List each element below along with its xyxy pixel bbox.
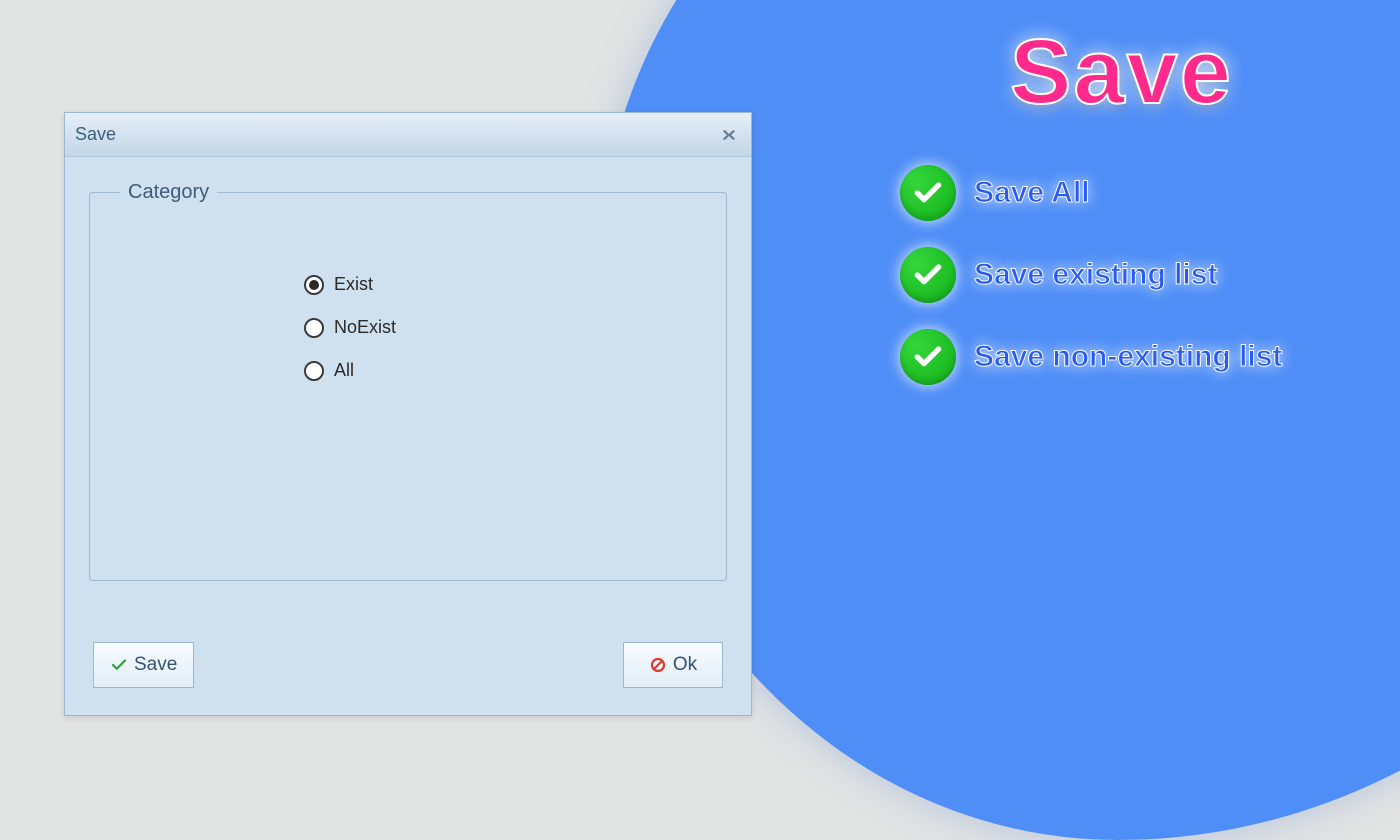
ok-button[interactable]: Ok <box>623 642 723 688</box>
check-icon <box>110 656 128 674</box>
dialog-footer: Save Ok <box>65 615 751 715</box>
radio-icon <box>304 318 324 338</box>
radio-option-exist[interactable]: Exist <box>304 274 702 295</box>
promo-item: Save All <box>900 165 1380 221</box>
radio-label: All <box>334 360 354 381</box>
promo-item: Save non-existing list <box>900 329 1380 385</box>
save-dialog: Save Category Exist NoExist All <box>64 112 752 716</box>
dialog-title: Save <box>75 124 116 145</box>
promo-item-label: Save All <box>974 176 1090 210</box>
dialog-titlebar[interactable]: Save <box>65 113 751 157</box>
promo-item-label: Save existing list <box>974 258 1217 292</box>
promo-item: Save existing list <box>900 247 1380 303</box>
close-icon[interactable] <box>719 127 739 143</box>
category-group: Category Exist NoExist All <box>89 181 727 581</box>
dialog-body: Category Exist NoExist All <box>65 157 751 615</box>
radio-label: Exist <box>334 274 373 295</box>
radio-label: NoExist <box>334 317 396 338</box>
check-icon <box>900 329 956 385</box>
radio-option-all[interactable]: All <box>304 360 702 381</box>
cancel-icon <box>649 656 667 674</box>
promo-title: Save <box>1010 20 1380 125</box>
category-legend: Category <box>120 181 217 204</box>
radio-icon <box>304 361 324 381</box>
promo-panel: Save Save All Save existing list Save no… <box>900 20 1380 411</box>
radio-dot-icon <box>309 280 319 290</box>
save-button[interactable]: Save <box>93 642 194 688</box>
promo-item-label: Save non-existing list <box>974 340 1282 374</box>
radio-option-noexist[interactable]: NoExist <box>304 317 702 338</box>
save-button-label: Save <box>134 654 177 676</box>
ok-button-label: Ok <box>673 654 697 676</box>
check-icon <box>900 247 956 303</box>
radio-icon <box>304 275 324 295</box>
check-icon <box>900 165 956 221</box>
